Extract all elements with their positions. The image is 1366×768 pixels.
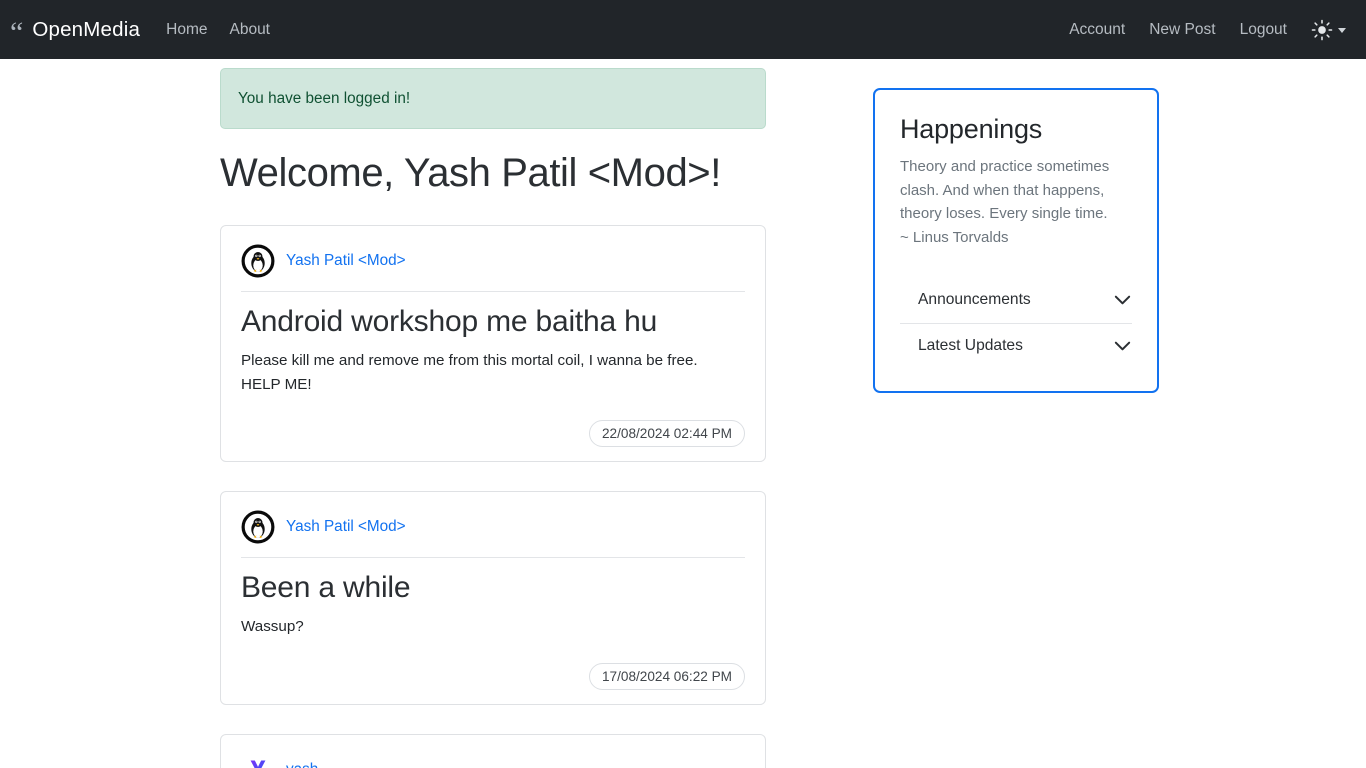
accordion-label: Latest Updates (918, 336, 1023, 354)
nav-link-account[interactable]: Account (1069, 21, 1125, 39)
theme-toggle-button[interactable] (1311, 19, 1346, 41)
chevron-down-icon (1114, 341, 1131, 351)
tux-penguin-avatar[interactable] (241, 510, 275, 544)
page-body: You have been logged in! Welcome, Yash P… (0, 59, 1366, 768)
accordion-item-latest-updates[interactable]: Latest Updates (900, 322, 1132, 369)
post-date-badge: 17/08/2024 06:22 PM (589, 663, 745, 691)
navbar: “ OpenMedia Home About Account New Post … (0, 0, 1366, 59)
post-card: Yash Patil <Mod> Been a while Wassup? 17… (220, 491, 766, 706)
flash-alert-message: You have been logged in! (238, 89, 411, 107)
happenings-accordion: Announcements Latest Updates (900, 278, 1132, 369)
post-title: Android workshop me baitha hu (241, 305, 658, 338)
nav-link-about[interactable]: About (229, 21, 270, 39)
nav-right-links: Account New Post Logout (1069, 19, 1352, 41)
post-body: Please kill me and remove me from this m… (241, 352, 698, 393)
post-title: Been a while (241, 571, 411, 605)
post-date-badge: 22/08/2024 02:44 PM (589, 420, 745, 448)
main-column: You have been logged in! Welcome, Yash P… (220, 68, 766, 768)
sidebar-column: Happenings Theory and practice sometimes… (873, 68, 1159, 393)
nav-link-logout[interactable]: Logout (1240, 21, 1287, 39)
tux-penguin-avatar[interactable] (241, 244, 275, 278)
happenings-card: Happenings Theory and practice sometimes… (873, 88, 1159, 393)
quote-icon: “ (10, 15, 23, 49)
post-header: Yash Patil <Mod> (241, 510, 745, 559)
post-card: yash Name without sirname yash name is s… (220, 734, 766, 768)
accordion-item-announcements[interactable]: Announcements (900, 278, 1132, 323)
chevron-down-icon (1338, 28, 1346, 33)
post-author-link[interactable]: Yash Patil <Mod> (286, 518, 406, 536)
post-author-link[interactable]: yash (286, 761, 318, 768)
sun-icon (1311, 19, 1333, 40)
post-footer: 17/08/2024 06:22 PM (241, 663, 745, 691)
nav-link-new-post[interactable]: New Post (1149, 21, 1215, 39)
accordion-label: Announcements (918, 290, 1031, 308)
post-card: Yash Patil <Mod> Android workshop me bai… (220, 225, 766, 463)
chevron-down-icon (1114, 295, 1131, 305)
page-title: Welcome, Yash Patil <Mod>! (220, 151, 721, 195)
nav-link-home[interactable]: Home (166, 21, 207, 39)
brand-logo[interactable]: “ OpenMedia (10, 15, 141, 49)
y-company-logo-avatar[interactable] (241, 753, 275, 768)
post-body: Wassup? (241, 618, 304, 636)
nav-left-links: Home About (166, 21, 270, 39)
post-author-link[interactable]: Yash Patil <Mod> (286, 252, 406, 270)
post-footer: 22/08/2024 02:44 PM (241, 420, 745, 448)
happenings-title: Happenings (900, 114, 1043, 144)
happenings-quote: Theory and practice sometimes clash. And… (900, 158, 1110, 247)
brand-name: OpenMedia (32, 17, 141, 41)
flash-alert: You have been logged in! (220, 68, 766, 129)
post-header: Yash Patil <Mod> (241, 244, 745, 292)
post-header: yash (241, 753, 745, 768)
